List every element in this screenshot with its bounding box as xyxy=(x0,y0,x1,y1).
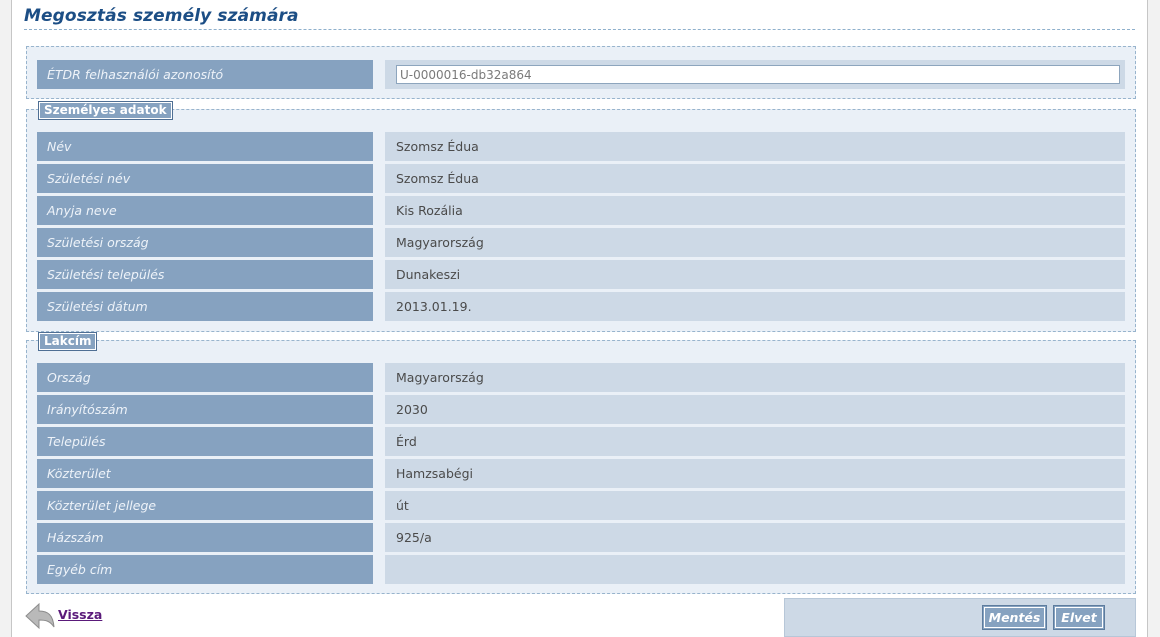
identifier-value-cell xyxy=(385,60,1125,89)
address-row: Ország Magyarország xyxy=(37,363,1125,392)
address-row-value: Érd xyxy=(385,427,1125,456)
save-button[interactable]: Mentés xyxy=(982,605,1047,630)
back-link[interactable]: Vissza xyxy=(58,607,102,622)
address-row: Egyéb cím xyxy=(37,555,1125,584)
address-row-label: Település xyxy=(37,427,373,456)
address-row-label: Irányítószám xyxy=(37,395,373,424)
personal-row-label: Születési dátum xyxy=(37,292,373,321)
reject-button[interactable]: Elvet xyxy=(1053,605,1105,630)
personal-row-label: Név xyxy=(37,132,373,161)
identifier-label: ÉTDR felhasználói azonosító xyxy=(37,60,373,89)
personal-row: Születési dátum 2013.01.19. xyxy=(37,292,1125,321)
address-row-label: Házszám xyxy=(37,523,373,552)
personal-row-value: Kis Rozália xyxy=(385,196,1125,225)
address-row-label: Egyéb cím xyxy=(37,555,373,584)
address-row: Házszám 925/a xyxy=(37,523,1125,552)
personal-row-value: 2013.01.19. xyxy=(385,292,1125,321)
address-row-value: 2030 xyxy=(385,395,1125,424)
personal-row-label: Születési név xyxy=(37,164,373,193)
personal-row: Születési név Szomsz Édua xyxy=(37,164,1125,193)
main-panel: Megosztás személy számára ÉTDR felhaszná… xyxy=(11,0,1148,637)
page-title: Megosztás személy számára xyxy=(24,6,299,26)
address-row-value: Magyarország xyxy=(385,363,1125,392)
back-control[interactable]: Vissza xyxy=(24,600,102,632)
personal-row: Anyja neve Kis Rozália xyxy=(37,196,1125,225)
identifier-input[interactable] xyxy=(396,65,1120,84)
personal-row-value: Szomsz Édua xyxy=(385,132,1125,161)
personal-row-label: Anyja neve xyxy=(37,196,373,225)
personal-row: Születési település Dunakeszi xyxy=(37,260,1125,289)
personal-row: Név Szomsz Édua xyxy=(37,132,1125,161)
action-bar: Mentés Elvet xyxy=(784,598,1136,637)
title-divider xyxy=(24,29,1135,30)
back-arrow-icon[interactable] xyxy=(24,600,56,632)
personal-row-value: Szomsz Édua xyxy=(385,164,1125,193)
address-row: Közterület jellege út xyxy=(37,491,1125,520)
address-row-value: Hamzsabégi xyxy=(385,459,1125,488)
address-row: Közterület Hamzsabégi xyxy=(37,459,1125,488)
address-legend: Lakcím xyxy=(38,332,98,351)
address-row-value xyxy=(385,555,1125,584)
address-row: Irányítószám 2030 xyxy=(37,395,1125,424)
address-row: Település Érd xyxy=(37,427,1125,456)
address-row-value: út xyxy=(385,491,1125,520)
address-row-label: Közterület xyxy=(37,459,373,488)
address-row-label: Ország xyxy=(37,363,373,392)
personal-row-value: Magyarország xyxy=(385,228,1125,257)
personal-data-legend: Személyes adatok xyxy=(38,101,173,120)
personal-row-value: Dunakeszi xyxy=(385,260,1125,289)
identifier-row: ÉTDR felhasználói azonosító xyxy=(37,60,1125,89)
address-row-value: 925/a xyxy=(385,523,1125,552)
address-row-label: Közterület jellege xyxy=(37,491,373,520)
personal-row: Születési ország Magyarország xyxy=(37,228,1125,257)
personal-row-label: Születési ország xyxy=(37,228,373,257)
personal-row-label: Születési település xyxy=(37,260,373,289)
